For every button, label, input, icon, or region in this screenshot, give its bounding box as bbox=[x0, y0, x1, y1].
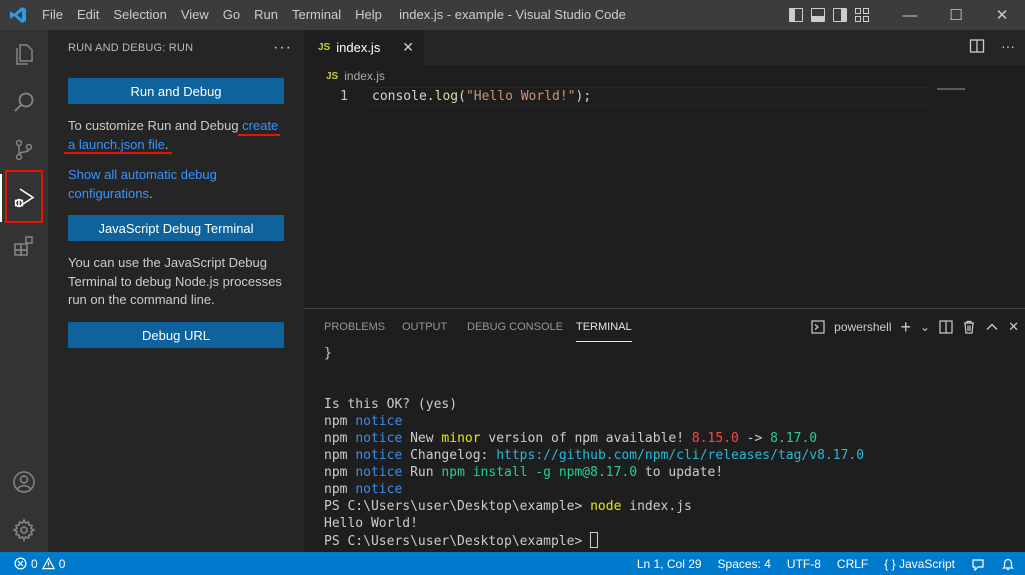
terminal-cursor bbox=[590, 532, 599, 548]
tab-debug-console[interactable]: DEBUG CONSOLE bbox=[467, 309, 563, 345]
encoding[interactable]: UTF-8 bbox=[787, 557, 821, 571]
title-bar: File Edit Selection View Go Run Terminal… bbox=[0, 0, 1025, 30]
menu-terminal[interactable]: Terminal bbox=[285, 0, 348, 30]
terminal-output[interactable]: } Is this OK? (yes) npm notice npm notic… bbox=[324, 345, 864, 550]
js-file-icon: JS bbox=[318, 42, 331, 53]
create-launch-json-link-cont[interactable]: a launch.json file bbox=[68, 137, 165, 152]
cursor-position[interactable]: Ln 1, Col 29 bbox=[637, 557, 702, 571]
code-line[interactable]: 1 console.log("Hello World!"); bbox=[304, 87, 1025, 106]
tab-index-js[interactable]: JS index.js ✕ bbox=[304, 30, 424, 65]
terminal-dropdown-icon[interactable]: ⌄ bbox=[920, 320, 930, 334]
red-underline-2 bbox=[64, 152, 172, 154]
breadcrumb-js-icon: JS bbox=[326, 70, 339, 82]
vscode-logo-icon bbox=[0, 0, 35, 30]
show-all-configurations-link[interactable]: Show all automatic debug bbox=[68, 167, 217, 182]
braces-icon: { } bbox=[884, 556, 896, 571]
explorer-icon[interactable] bbox=[0, 30, 48, 78]
settings-gear-icon[interactable] bbox=[0, 506, 48, 554]
line-number: 1 bbox=[340, 89, 348, 104]
show-all-configs: Show all automatic debug configurations. bbox=[68, 167, 217, 201]
menu-run[interactable]: Run bbox=[247, 0, 285, 30]
breadcrumb: JS index.js bbox=[304, 65, 1025, 87]
bottom-panel: PROBLEMS OUTPUT DEBUG CONSOLE TERMINAL p… bbox=[304, 308, 1025, 552]
warning-icon bbox=[41, 557, 55, 570]
toggle-panel-icon[interactable] bbox=[811, 8, 825, 22]
debug-url-button[interactable]: Debug URL bbox=[68, 322, 284, 348]
maximize-button[interactable]: ☐ bbox=[933, 0, 979, 30]
editor-more-actions-icon[interactable]: ··· bbox=[1001, 38, 1015, 54]
menu-edit[interactable]: Edit bbox=[70, 0, 106, 30]
close-tab-icon[interactable]: ✕ bbox=[402, 39, 414, 56]
editor-tabs: JS index.js ✕ ··· bbox=[304, 30, 1025, 65]
run-debug-highlight-box bbox=[5, 170, 43, 223]
show-all-configurations-link-cont[interactable]: configurations bbox=[68, 186, 149, 201]
customize-layout-icon[interactable] bbox=[855, 8, 869, 22]
menu-go[interactable]: Go bbox=[216, 0, 247, 30]
javascript-debug-terminal-button[interactable]: JavaScript Debug Terminal bbox=[68, 215, 284, 241]
problems-status[interactable]: 0 0 bbox=[0, 557, 65, 571]
feedback-icon[interactable] bbox=[971, 557, 985, 571]
more-actions-icon[interactable]: ··· bbox=[273, 39, 292, 57]
split-editor-icon[interactable] bbox=[969, 38, 985, 54]
close-panel-icon[interactable]: ✕ bbox=[1008, 319, 1019, 335]
error-count: 0 bbox=[31, 556, 38, 571]
indentation[interactable]: Spaces: 4 bbox=[718, 557, 771, 571]
warning-count: 0 bbox=[58, 556, 66, 571]
sidebar-title: RUN AND DEBUG: RUN bbox=[68, 41, 194, 54]
kill-terminal-trash-icon[interactable] bbox=[962, 320, 976, 334]
extensions-icon[interactable] bbox=[0, 222, 48, 270]
close-window-button[interactable]: ✕ bbox=[979, 0, 1025, 30]
menu-file[interactable]: File bbox=[35, 0, 70, 30]
tab-problems[interactable]: PROBLEMS bbox=[324, 309, 385, 345]
breadcrumb-file[interactable]: index.js bbox=[344, 69, 385, 83]
activity-bar bbox=[0, 30, 48, 552]
maximize-panel-icon[interactable] bbox=[985, 320, 999, 334]
menu-selection[interactable]: Selection bbox=[106, 0, 173, 30]
language-mode[interactable]: { } JavaScript bbox=[884, 557, 955, 571]
toggle-primary-sidebar-icon[interactable] bbox=[789, 8, 803, 22]
run-and-debug-sidebar: RUN AND DEBUG: RUN ··· Run and Debug To … bbox=[48, 30, 304, 552]
panel-tabs: PROBLEMS OUTPUT DEBUG CONSOLE TERMINAL p… bbox=[304, 309, 1025, 345]
menu-view[interactable]: View bbox=[174, 0, 216, 30]
split-terminal-icon[interactable] bbox=[939, 320, 953, 334]
editor-area: JS index.js ✕ ··· JS index.js 1 console.… bbox=[304, 30, 1025, 308]
minimize-button[interactable]: — bbox=[887, 0, 933, 30]
red-underline-1 bbox=[238, 134, 280, 136]
source-control-icon[interactable] bbox=[0, 126, 48, 174]
line-content[interactable]: console.log("Hello World!"); bbox=[372, 87, 591, 106]
end-of-line[interactable]: CRLF bbox=[837, 557, 868, 571]
menu-help[interactable]: Help bbox=[348, 0, 389, 30]
tab-output[interactable]: OUTPUT bbox=[402, 309, 447, 345]
create-launch-json-link[interactable]: create bbox=[242, 118, 278, 133]
error-icon bbox=[14, 557, 27, 570]
accounts-icon[interactable] bbox=[0, 458, 48, 506]
new-terminal-icon[interactable]: + bbox=[901, 317, 912, 338]
toggle-secondary-sidebar-icon[interactable] bbox=[833, 8, 847, 22]
notifications-bell-icon[interactable] bbox=[1001, 557, 1015, 571]
search-icon[interactable] bbox=[0, 78, 48, 126]
terminal-shell-name[interactable]: powershell bbox=[834, 320, 891, 334]
js-terminal-description: You can use the JavaScript Debug Termina… bbox=[68, 255, 282, 307]
tab-label: index.js bbox=[336, 40, 381, 55]
minimap[interactable] bbox=[937, 88, 965, 90]
status-bar: 0 0 Ln 1, Col 29 Spaces: 4 UTF-8 CRLF { … bbox=[0, 552, 1025, 575]
run-and-debug-button[interactable]: Run and Debug bbox=[68, 78, 284, 104]
tab-terminal[interactable]: TERMINAL bbox=[576, 309, 632, 345]
menu-bar: File Edit Selection View Go Run Terminal… bbox=[35, 0, 389, 30]
terminal-icon bbox=[811, 320, 825, 334]
